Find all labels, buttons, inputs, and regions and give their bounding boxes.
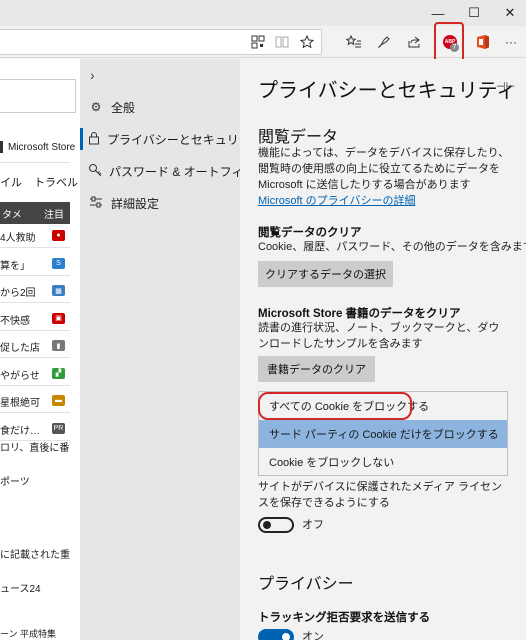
collapse-chevron-icon[interactable]: › bbox=[90, 67, 95, 83]
media-license-toggle-label: オフ bbox=[302, 519, 324, 531]
qr-icon[interactable] bbox=[247, 32, 269, 52]
clear-data-description: Cookie、履歴、パスワード、その他のデータを含みます bbox=[258, 241, 526, 253]
news-thumbnail-icon: ▦ bbox=[52, 285, 65, 296]
news-header-right[interactable]: 注目 bbox=[44, 206, 64, 221]
nav-item-advanced[interactable]: 詳細設定 bbox=[80, 190, 240, 216]
key-icon bbox=[88, 163, 102, 180]
share-icon[interactable] bbox=[403, 32, 425, 52]
nav-item-passwords[interactable]: パスワード & オートフィル bbox=[80, 158, 255, 184]
article-snippet[interactable]: に記載された重 ュース24 bbox=[0, 547, 70, 598]
page-bottom-nav[interactable]: ーン 平成特集 bbox=[0, 627, 56, 640]
cookie-option-dont-block[interactable]: Cookie をブロックしない bbox=[259, 448, 507, 476]
settings-panel: プライバシーとセキュリティ ⊣⊢ 閲覧データ 機能によっては、データをデバイスに… bbox=[240, 59, 526, 640]
article-line: ュース24 bbox=[0, 584, 41, 595]
page-tabs: イル トラベル bbox=[0, 174, 80, 190]
favorites-hub-icon[interactable] bbox=[343, 32, 365, 52]
media-license-description: サイトがデバイスに保護されたメディア ライセンスを保存できるようにする bbox=[258, 481, 502, 509]
more-menu-button[interactable]: ··· bbox=[500, 32, 522, 52]
favorite-star-icon[interactable] bbox=[296, 32, 318, 52]
pin-icon[interactable]: ⊣⊢ bbox=[496, 80, 515, 93]
browsing-data-heading: 閲覧データ bbox=[258, 129, 339, 146]
store-logo-icon bbox=[0, 141, 3, 153]
news-thumbnail-icon: ▮ bbox=[52, 340, 65, 351]
reading-view-icon[interactable] bbox=[271, 32, 293, 52]
store-link[interactable]: Microsoft Store bbox=[8, 142, 75, 153]
nav-item-privacy[interactable]: プライバシーとセキュリティ bbox=[80, 126, 262, 152]
browsing-data-description: 機能によっては、データをデバイスに保存したり、閲覧時の使用感の向上に役立てるため… bbox=[258, 147, 510, 191]
news-thumbnail-icon: PR bbox=[52, 422, 65, 434]
page-tab[interactable]: トラベル bbox=[34, 177, 78, 189]
active-indicator bbox=[80, 128, 83, 150]
news-thumbnail-icon: S bbox=[52, 257, 65, 269]
privacy-link[interactable]: Microsoft のプライバシーの詳細 bbox=[258, 192, 415, 208]
office-icon[interactable] bbox=[472, 32, 494, 52]
privacy-heading: プライバシー bbox=[258, 576, 354, 593]
media-license-toggle[interactable] bbox=[258, 517, 294, 533]
do-not-track-heading: トラッキング拒否要求を送信する bbox=[258, 612, 431, 624]
divider bbox=[0, 357, 70, 358]
article-snippet[interactable]: ロリ、直後に番 ポーツ bbox=[0, 440, 69, 491]
divider bbox=[0, 412, 70, 413]
news-header-left[interactable]: タメ bbox=[2, 206, 22, 221]
background-webpage: Microsoft Store イル トラベル タメ 注目 4人救助 ● 算を」 S から… bbox=[0, 59, 80, 640]
nav-item-general[interactable]: ⚙ 全般 bbox=[80, 94, 240, 120]
news-item[interactable]: やがらせ bbox=[0, 367, 40, 382]
cookie-option-block-third-party[interactable]: サード パーティの Cookie だけをブロックする bbox=[259, 420, 507, 448]
do-not-track-toggle[interactable] bbox=[258, 629, 294, 640]
page-tab[interactable]: イル bbox=[0, 177, 22, 189]
article-line: に記載された重 bbox=[0, 550, 70, 561]
divider bbox=[0, 329, 70, 331]
article-line: ポーツ bbox=[0, 477, 30, 488]
news-item[interactable]: 4人救助 bbox=[0, 229, 36, 244]
do-not-track-toggle-label: オン bbox=[302, 631, 324, 640]
news-item[interactable]: 不快感 bbox=[0, 312, 30, 327]
gear-icon: ⚙ bbox=[90, 100, 102, 114]
page-title: プライバシーとセキュリティ bbox=[258, 80, 517, 102]
news-thumbnail-icon: ▬ bbox=[52, 395, 65, 406]
news-item[interactable]: 食だけ… bbox=[0, 422, 40, 437]
news-item[interactable]: から2回 bbox=[0, 284, 36, 299]
nav-item-label: プライバシーとセキュリティ bbox=[107, 132, 263, 147]
news-header: タメ 注目 bbox=[0, 202, 70, 224]
news-item[interactable]: 算を」 bbox=[0, 257, 30, 272]
nav-item-label: パスワード & オートフィル bbox=[109, 164, 256, 179]
divider bbox=[0, 162, 70, 163]
choose-data-to-clear-button[interactable]: クリアするデータの選択 bbox=[258, 261, 393, 287]
highlight-annotation bbox=[258, 392, 412, 420]
sliders-icon bbox=[88, 196, 104, 211]
settings-nav: › ⚙ 全般 プライバシーとセキュリティ パスワード & オートフィル 詳細設定 bbox=[80, 59, 262, 640]
store-data-heading: Microsoft Store 書籍のデータをクリア bbox=[258, 308, 461, 320]
news-thumbnail-icon: ▞ bbox=[52, 367, 65, 379]
news-thumbnail-icon: ▣ bbox=[52, 312, 65, 324]
nav-item-label: 全般 bbox=[111, 100, 136, 115]
adblock-count-badge: 7 bbox=[450, 43, 459, 52]
close-button[interactable]: ✕ bbox=[490, 0, 526, 26]
lock-icon bbox=[88, 131, 100, 148]
clear-data-heading: 閲覧データのクリア bbox=[258, 227, 362, 239]
pen-icon[interactable] bbox=[373, 32, 395, 52]
news-thumbnail-icon: ● bbox=[52, 230, 65, 241]
divider bbox=[0, 302, 70, 303]
news-item[interactable]: 促した店 bbox=[0, 339, 40, 354]
page-search-box[interactable] bbox=[0, 79, 76, 113]
store-data-description: 読書の進行状況、ノート、ブックマークと、ダウンロードしたサンプルを含みます bbox=[258, 322, 500, 350]
divider bbox=[0, 384, 70, 386]
news-item[interactable]: 星根絶可 bbox=[0, 394, 40, 409]
divider bbox=[0, 247, 70, 248]
clear-book-data-button[interactable]: 書籍データのクリア bbox=[258, 356, 375, 382]
nav-item-label: 詳細設定 bbox=[111, 196, 160, 211]
divider bbox=[0, 274, 70, 276]
article-line: ロリ、直後に番 bbox=[0, 443, 70, 454]
